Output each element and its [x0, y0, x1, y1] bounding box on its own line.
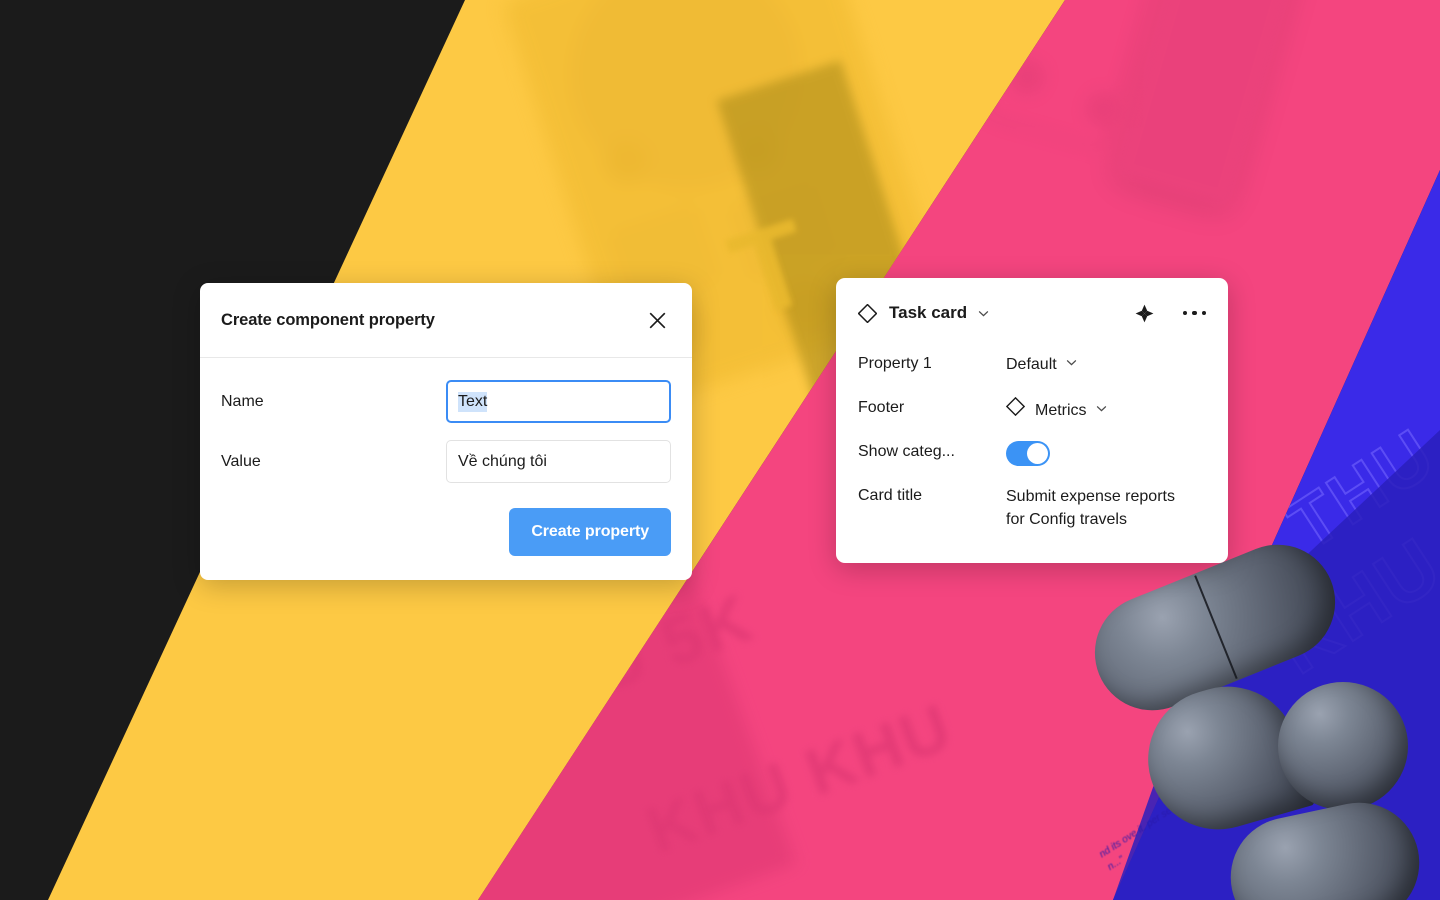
property-value-dropdown[interactable]: Default: [1006, 353, 1206, 376]
capsule-sculpture-3d: [1077, 527, 1440, 900]
property-name: Property 1: [858, 355, 932, 372]
property-value-instance-dropdown[interactable]: Metrics: [1005, 396, 1206, 423]
value-input[interactable]: [446, 440, 671, 483]
dialog-body: Name Text Value Create property: [200, 358, 692, 580]
chevron-down-icon: [1095, 399, 1108, 422]
name-field-label: Name: [221, 392, 264, 410]
task-card-properties-panel: Task card Property 1 Default Footer Metr…: [836, 278, 1228, 563]
property-row: Property 1 Default: [858, 344, 1206, 388]
toggle-knob: [1027, 443, 1048, 465]
show-category-toggle[interactable]: [1006, 441, 1050, 467]
property-name: Footer: [858, 399, 905, 416]
property-value-text: Submit expense reports for Config travel…: [1006, 488, 1175, 529]
capsule-shape: [1278, 682, 1408, 810]
swap-instance-icon[interactable]: [1134, 303, 1155, 324]
dialog-actions: Create property: [221, 508, 671, 556]
value-field-row: Value: [221, 440, 671, 483]
panel-title: Task card: [889, 303, 968, 322]
property-name: Card title: [858, 487, 923, 505]
more-options-icon[interactable]: [1182, 310, 1206, 316]
chevron-down-icon: [1065, 353, 1078, 376]
diamond-icon: [1005, 396, 1026, 423]
chevron-down-icon[interactable]: [977, 307, 990, 320]
property-name: Show categ...: [858, 443, 955, 461]
property-row: Card title Submit expense reports for Co…: [858, 476, 1206, 540]
name-field-row: Name Text: [221, 380, 671, 423]
property-row: Footer Metrics: [858, 388, 1206, 432]
property-value-text: Default: [1006, 356, 1057, 373]
name-input-value: Text: [458, 391, 488, 412]
name-input[interactable]: Text: [446, 380, 671, 423]
property-row: Show categ...: [858, 432, 1206, 476]
dialog-title: Create component property: [221, 310, 435, 329]
property-value-text-wrap[interactable]: Submit expense reports for Config travel…: [1006, 485, 1206, 531]
create-component-property-dialog: Create component property Name Text Valu…: [200, 283, 692, 580]
property-value-text: Metrics: [1035, 401, 1087, 419]
dialog-header: Create component property: [200, 283, 692, 358]
screenshot-canvas: T THU 5K KHU KHU U N THU KHU nd its ove …: [0, 0, 1440, 900]
panel-header: Task card: [858, 296, 1206, 330]
property-value-toggle-wrap: [1006, 441, 1206, 467]
create-property-button[interactable]: Create property: [509, 508, 671, 556]
diamond-icon: [858, 303, 877, 323]
close-icon[interactable]: [642, 305, 672, 335]
value-field-label: Value: [221, 452, 261, 470]
